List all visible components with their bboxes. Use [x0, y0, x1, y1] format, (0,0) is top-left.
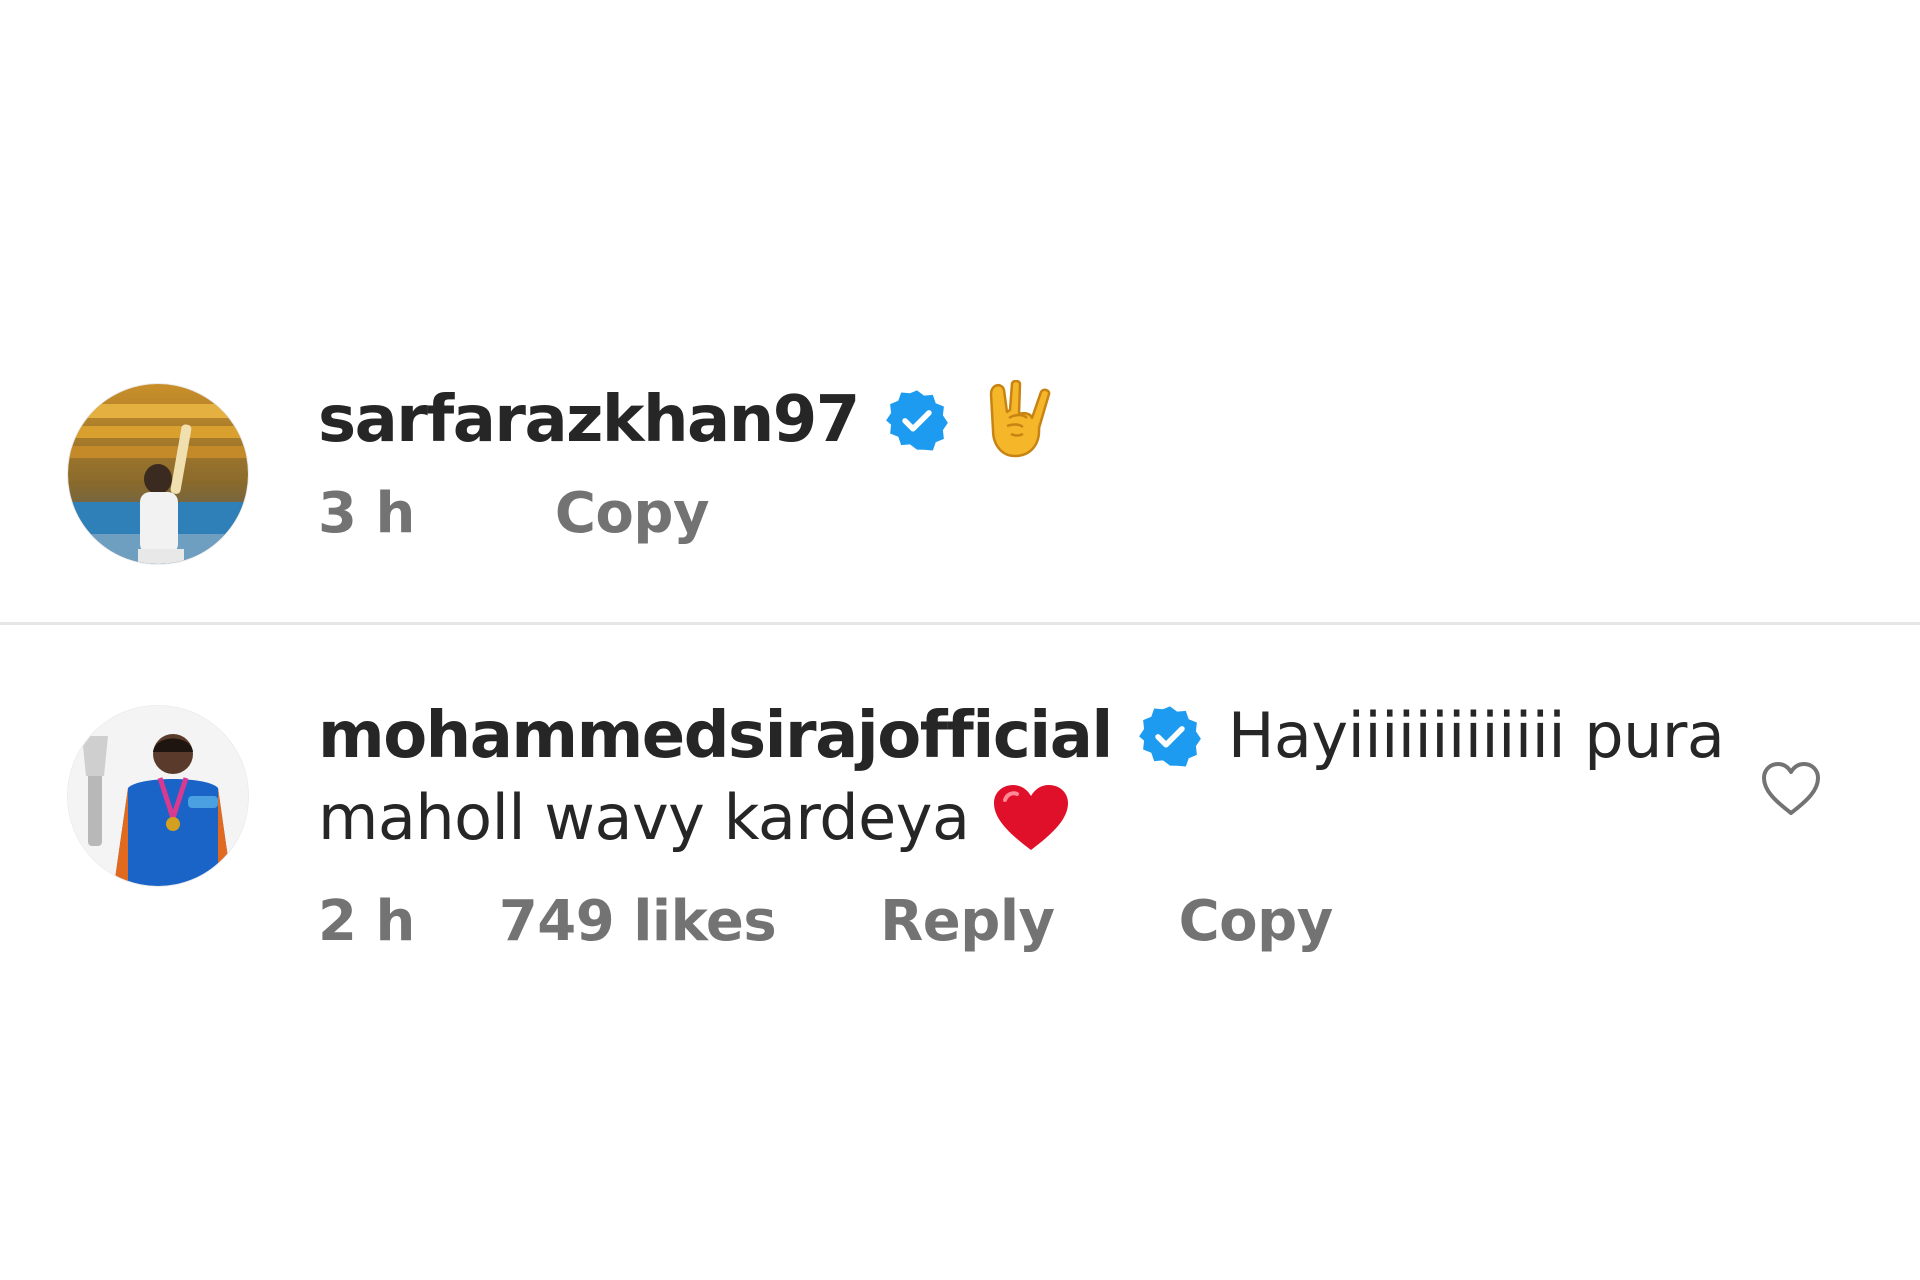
heart-outline-icon[interactable]: [1760, 760, 1822, 818]
verified-badge-icon: [1138, 704, 1202, 768]
comment-timestamp: 2 h: [318, 889, 415, 954]
comments-section: sarfarazkhan97 3 h Copy mohammedsirajoff…: [0, 0, 1920, 1280]
verified-badge-icon: [885, 388, 949, 452]
avatar[interactable]: [68, 706, 248, 886]
avatar[interactable]: [68, 384, 248, 564]
copy-button[interactable]: Copy: [555, 486, 710, 542]
comment-text-line2: maholl wavy kardeya: [318, 781, 970, 854]
comment-username[interactable]: sarfarazkhan97: [318, 388, 860, 452]
reply-button[interactable]: Reply: [880, 894, 1055, 950]
likes-count[interactable]: 749 likes: [499, 894, 777, 950]
red-heart-emoji: [991, 782, 1071, 854]
avatar-image: [68, 384, 248, 564]
copy-button[interactable]: Copy: [1179, 894, 1334, 950]
comment-username[interactable]: mohammedsirajofficial: [318, 704, 1113, 768]
comment-text-line1: Hayiiiiiiiiiiiii pura: [1227, 699, 1725, 772]
rock-on-hand-emoji: [987, 379, 1051, 460]
comment-divider: [0, 622, 1920, 625]
avatar-image: [68, 706, 248, 886]
comment-timestamp: 3 h: [318, 481, 415, 546]
